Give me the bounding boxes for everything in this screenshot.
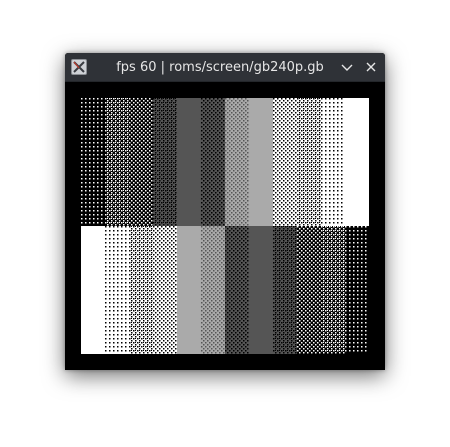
bottom-gray-bar: [345, 226, 369, 354]
bottom-gray-bar: [81, 226, 105, 354]
bottom-gray-bar: [177, 226, 201, 354]
bottom-gray-bar: [297, 226, 321, 354]
emulator-window: fps 60 | roms/screen/gb240p.gb: [65, 53, 385, 370]
top-gray-bar: [249, 98, 273, 226]
top-gray-bar: [201, 98, 225, 226]
bottom-gray-bar: [249, 226, 273, 354]
top-gray-bar: [297, 98, 321, 226]
top-gray-bar: [177, 98, 201, 226]
top-gray-bar: [129, 98, 153, 226]
window-title: fps 60 | roms/screen/gb240p.gb: [116, 60, 324, 75]
top-gray-bar: [81, 98, 105, 226]
bottom-gray-bar: [105, 226, 129, 354]
top-gray-bar: [105, 98, 129, 226]
emulator-viewport[interactable]: [65, 82, 385, 370]
bottom-gray-bar: [321, 226, 345, 354]
chevron-down-icon[interactable]: [339, 59, 355, 75]
title-bar[interactable]: fps 60 | roms/screen/gb240p.gb: [65, 53, 385, 82]
bottom-gray-bar: [201, 226, 225, 354]
top-gray-bar: [321, 98, 345, 226]
top-gray-bar: [225, 98, 249, 226]
bottom-gray-bar: [273, 226, 297, 354]
top-gray-bar: [273, 98, 297, 226]
game-screen[interactable]: [81, 98, 369, 354]
bottom-gray-bar: [153, 226, 177, 354]
close-icon[interactable]: [363, 59, 379, 75]
top-gray-bar: [153, 98, 177, 226]
bottom-gray-bar: [225, 226, 249, 354]
top-gray-bar: [345, 98, 369, 226]
bottom-gray-bar: [129, 226, 153, 354]
app-icon[interactable]: [71, 59, 87, 75]
